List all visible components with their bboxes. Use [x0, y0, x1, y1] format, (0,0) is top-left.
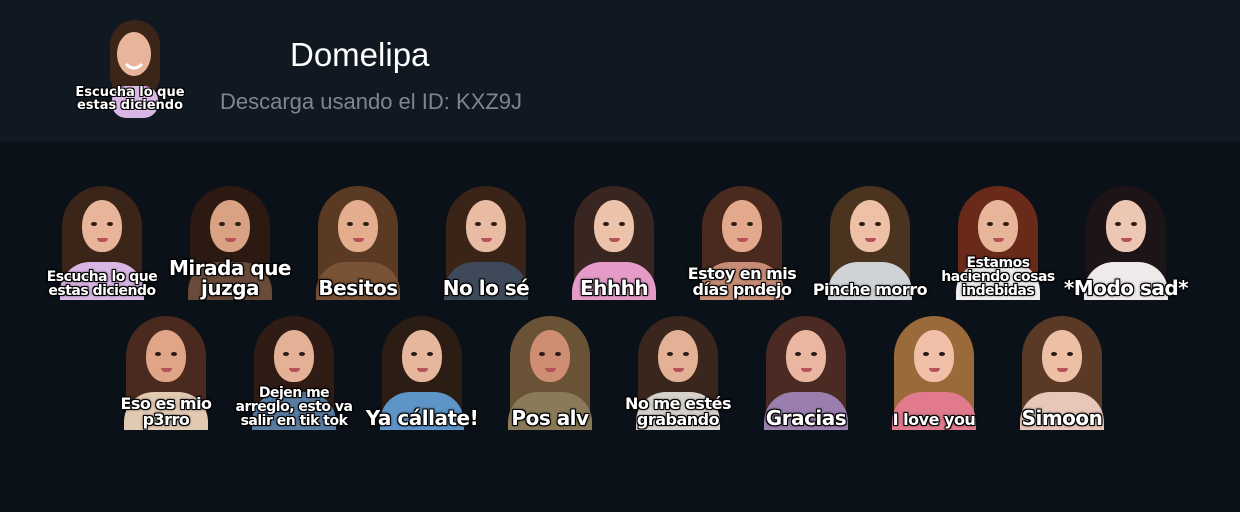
pack-title: Domelipa [290, 36, 430, 73]
sticker-eye [603, 222, 609, 226]
sticker-face [914, 330, 954, 382]
sticker-eye [731, 222, 737, 226]
sticker-face [530, 330, 570, 382]
sticker-eye [875, 222, 881, 226]
sticker-eye [667, 352, 673, 356]
sticker-grid: Escucha lo que estas diciendo Mirada que … [0, 142, 1240, 512]
sticker-item[interactable]: Pinche morro [810, 180, 930, 300]
sticker-caption: Eso es mio p3rro [120, 394, 212, 429]
sticker-caption: I love you [892, 410, 976, 429]
sticker-item[interactable]: Gracias [746, 310, 866, 430]
sticker-eye [1067, 352, 1073, 356]
sticker-eye [619, 222, 625, 226]
sticker-caption: Estoy en mis días pndejo [687, 264, 797, 299]
sticker-item[interactable]: Pos alv [490, 310, 610, 430]
sticker-face [146, 330, 186, 382]
sticker-face [594, 200, 634, 252]
sticker-eye [219, 222, 225, 226]
sticker-eye [91, 222, 97, 226]
sticker-face [210, 200, 250, 252]
sticker-caption: Mirada que juzga [168, 256, 292, 300]
sticker-caption: No me estés grabando [625, 394, 731, 429]
sticker-eye [811, 352, 817, 356]
sticker-eye [283, 352, 289, 356]
sticker-eye [475, 222, 481, 226]
pack-thumbnail-caption: Escucha lo que estas diciendo [75, 85, 185, 113]
sticker-caption: Ehhhh [579, 276, 649, 300]
sticker-caption: *Modo sad* [1063, 276, 1189, 300]
sticker-item[interactable]: Estamos haciendo cosas indebidas [938, 180, 1058, 300]
sticker-caption: Dejen me arreglo, esto va salir en tik t… [235, 385, 353, 429]
sticker-face [786, 330, 826, 382]
sticker-face [466, 200, 506, 252]
sticker-face [1106, 200, 1146, 252]
sticker-eye [107, 222, 113, 226]
sticker-face [1042, 330, 1082, 382]
sticker-eye [683, 352, 689, 356]
sticker-eye [235, 222, 241, 226]
sticker-item[interactable]: Estoy en mis días pndejo [682, 180, 802, 300]
sticker-eye [795, 352, 801, 356]
sticker-face [338, 200, 378, 252]
sticker-item[interactable]: Simoon [1002, 310, 1122, 430]
sticker-caption: Pinche morro [812, 280, 928, 299]
sticker-eye [939, 352, 945, 356]
sticker-eye [747, 222, 753, 226]
sticker-eye [491, 222, 497, 226]
sticker-face [82, 200, 122, 252]
sticker-eye [363, 222, 369, 226]
sticker-eye [987, 222, 993, 226]
sticker-face [658, 330, 698, 382]
sticker-eye [1003, 222, 1009, 226]
sticker-eye [859, 222, 865, 226]
sticker-item[interactable]: No me estés grabando [618, 310, 738, 430]
pack-header: Escucha lo que estas diciendo Domelipa D… [0, 0, 1240, 142]
sticker-item[interactable]: No lo sé [426, 180, 546, 300]
sticker-item[interactable]: Besitos [298, 180, 418, 300]
sticker-eye [155, 352, 161, 356]
sticker-eye [539, 352, 545, 356]
sticker-eye [1051, 352, 1057, 356]
sticker-face [978, 200, 1018, 252]
sticker-caption: Ya cállate! [365, 406, 479, 430]
sticker-item[interactable]: I love you [874, 310, 994, 430]
sticker-item[interactable]: Escucha lo que estas diciendo [42, 180, 162, 300]
sticker-caption: Escucha lo que estas diciendo [46, 269, 158, 299]
sticker-eye [1115, 222, 1121, 226]
sticker-eye [1131, 222, 1137, 226]
sticker-eye [299, 352, 305, 356]
sticker-item[interactable]: Mirada que juzga [169, 180, 292, 300]
sticker-caption: Estamos haciendo cosas indebidas [941, 255, 1055, 299]
sticker-eye [347, 222, 353, 226]
sticker-item[interactable]: Ehhhh [554, 180, 674, 300]
sticker-face [402, 330, 442, 382]
sticker-face [722, 200, 762, 252]
sticker-eye [923, 352, 929, 356]
sticker-face [850, 200, 890, 252]
sticker-caption: Pos alv [511, 406, 589, 430]
sticker-eye [171, 352, 177, 356]
sticker-caption: Gracias [765, 406, 847, 430]
sticker-caption: Besitos [318, 276, 398, 300]
sticker-item[interactable]: Dejen me arreglo, esto va salir en tik t… [234, 310, 354, 430]
sticker-eye [555, 352, 561, 356]
sticker-eye [411, 352, 417, 356]
sticker-caption: Simoon [1021, 406, 1103, 430]
pack-thumbnail[interactable]: Escucha lo que estas diciendo [74, 14, 186, 122]
sticker-item[interactable]: Ya cállate! [362, 310, 482, 430]
sticker-item[interactable]: Eso es mio p3rro [106, 310, 226, 430]
sticker-face [274, 330, 314, 382]
sticker-eye [427, 352, 433, 356]
sticker-caption: No lo sé [442, 276, 530, 300]
sticker-item[interactable]: *Modo sad* [1064, 180, 1189, 300]
pack-download-id: Descarga usando el ID: KXZ9J [220, 89, 523, 114]
